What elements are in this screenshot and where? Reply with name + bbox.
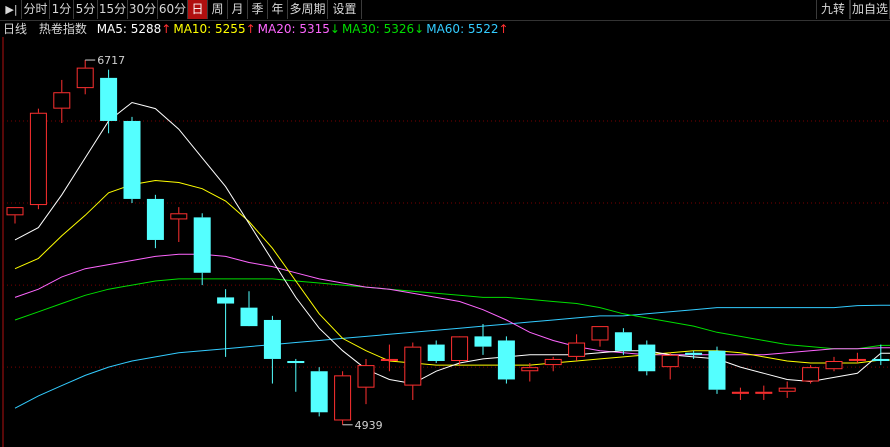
legend-item-ma-1: MA10: 5255↑ xyxy=(173,22,255,36)
period-button-5[interactable]: 60分 xyxy=(158,0,188,19)
period-button-0[interactable]: 分时 xyxy=(22,0,50,19)
period-button-9[interactable]: 季 xyxy=(248,0,268,19)
legend-item-ma-4: MA60: 5522↑ xyxy=(426,22,508,36)
candle-body xyxy=(521,367,539,372)
candle-body xyxy=(614,332,632,351)
candle-body xyxy=(708,350,726,390)
legend-item-label: MA10: 5255 xyxy=(173,22,246,36)
candle-body xyxy=(170,213,188,220)
candle-body xyxy=(6,207,24,216)
legend-item-label: MA30: 5326 xyxy=(341,22,415,36)
candle-body xyxy=(544,358,562,366)
legend-item-label: MA5: 5288 xyxy=(96,22,162,36)
candle-body xyxy=(310,371,328,413)
candle-body xyxy=(404,346,422,386)
candlestick-chart: 6717 4939 xyxy=(2,37,890,447)
legend-item-arrow: ↓ xyxy=(329,22,340,36)
period-button-3[interactable]: 15分 xyxy=(98,0,128,19)
collapse-left-icon[interactable]: ▶| xyxy=(2,0,22,19)
candle-body xyxy=(731,391,749,394)
candle-body xyxy=(778,387,796,392)
candle-body xyxy=(240,307,258,327)
period-button-4[interactable]: 30分 xyxy=(128,0,158,19)
legend-item-ma-3: MA30: 5326↓ xyxy=(342,22,424,36)
period-button-2[interactable]: 5分 xyxy=(74,0,98,19)
candle-body xyxy=(100,77,118,121)
nine-turn-button[interactable]: 九转 xyxy=(816,0,850,19)
legend-item-arrow: ↑ xyxy=(245,22,256,36)
candle-body xyxy=(53,92,71,109)
candle-body xyxy=(263,319,281,359)
candle-body xyxy=(755,391,773,394)
candle-body xyxy=(193,217,211,273)
candle-body xyxy=(427,344,445,361)
period-button-1[interactable]: 1分 xyxy=(50,0,74,19)
candle-body xyxy=(474,336,492,347)
candle-body xyxy=(591,326,609,341)
ma-legend: 日线 热卷指数 MA5: 5288↑ MA10: 5255↑ MA20: 5315↓… xyxy=(0,21,509,37)
candle-body xyxy=(334,375,352,421)
candle-body xyxy=(357,365,375,388)
period-label: 日线 xyxy=(3,22,28,36)
candle-body xyxy=(802,367,820,382)
legend-item-arrow: ↓ xyxy=(414,22,425,36)
candle-body xyxy=(287,360,305,364)
candle-body xyxy=(825,360,843,370)
period-button-7[interactable]: 周 xyxy=(208,0,228,19)
candle-body xyxy=(123,120,141,199)
candle-body xyxy=(685,352,703,355)
candle-body xyxy=(638,344,656,372)
max-price-label: 6717 xyxy=(97,54,125,67)
period-button-8[interactable]: 月 xyxy=(228,0,248,19)
period-toolbar: ▶| 分时 1分 5分 15分 30分 60分日周月季年多周期 设置 九转 加自选 xyxy=(0,0,890,21)
legend-item-arrow: ↑ xyxy=(161,22,172,36)
legend-item-label: MA60: 5522 xyxy=(426,22,499,36)
period-button-10[interactable]: 年 xyxy=(268,0,288,19)
legend-item-label: MA20: 5315 xyxy=(257,22,330,36)
min-price-label: 4939 xyxy=(355,419,383,432)
instrument-name: 热卷指数 xyxy=(38,22,87,36)
candle-body xyxy=(29,112,47,206)
legend-item-arrow: ↑ xyxy=(498,22,509,36)
candle-body xyxy=(451,336,469,361)
candle-body xyxy=(146,198,164,240)
candle-body xyxy=(848,358,866,361)
candle-body xyxy=(217,297,235,304)
period-button-11[interactable]: 多周期 xyxy=(288,0,328,19)
candle-body xyxy=(76,67,94,89)
legend-item-ma-2: MA20: 5315↓ xyxy=(258,22,340,36)
candle-body xyxy=(497,340,515,380)
candle-body xyxy=(661,354,679,368)
candle-body xyxy=(872,358,890,361)
candle-body xyxy=(380,358,398,361)
add-watchlist-button[interactable]: 加自选 xyxy=(850,0,890,19)
period-button-6[interactable]: 日 xyxy=(188,0,208,19)
legend-item-ma-0: MA5: 5288↑ xyxy=(97,22,172,36)
candle-body xyxy=(568,342,586,357)
period-button-12[interactable]: 设置 xyxy=(328,0,362,19)
